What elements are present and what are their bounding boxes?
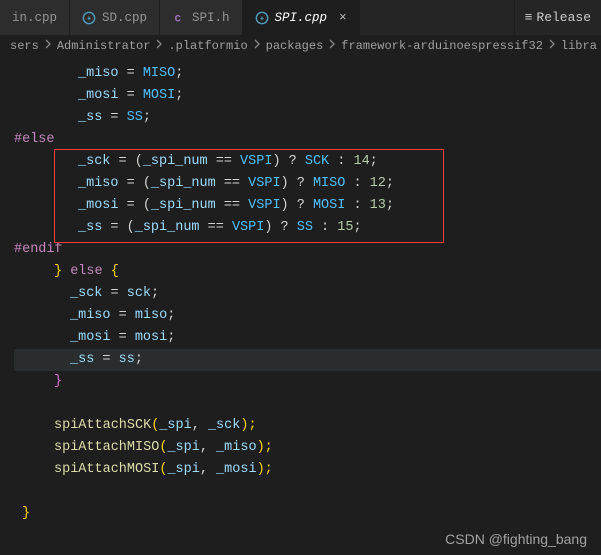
- blank-line: [14, 393, 601, 415]
- tab-label: SD.cpp: [102, 11, 147, 25]
- code-line: _sck = sck;: [14, 283, 601, 305]
- code-line: _mosi = (_spi_num == VSPI) ? MOSI : 13;: [14, 195, 601, 217]
- tab-label: SPI.cpp: [275, 11, 328, 25]
- chevron-right-icon: [252, 39, 262, 53]
- tab-sd-cpp[interactable]: ⧺ SD.cpp: [70, 0, 160, 35]
- crumb[interactable]: sers: [10, 39, 39, 53]
- code-line: _miso = MISO;: [14, 63, 601, 85]
- crumb[interactable]: packages: [266, 39, 324, 53]
- tab-label: in.cpp: [12, 11, 57, 25]
- tab-bar: in.cpp ⧺ SD.cpp C SPI.h ⧺ SPI.cpp × ≡ Re…: [0, 0, 601, 35]
- cpp-icon: ⧺: [255, 11, 269, 25]
- blank-line: [14, 481, 601, 503]
- crumb[interactable]: libra: [561, 39, 597, 53]
- code-line: _mosi = MOSI;: [14, 85, 601, 107]
- breadcrumb: sers Administrator .platformio packages …: [0, 35, 601, 57]
- code-line: }: [14, 503, 601, 525]
- code-line: _miso = (_spi_num == VSPI) ? MISO : 12;: [14, 173, 601, 195]
- cpp-icon: ⧺: [82, 11, 96, 25]
- code-line: _miso = miso;: [14, 305, 601, 327]
- crumb[interactable]: .platformio: [168, 39, 247, 53]
- tab-label: SPI.h: [192, 11, 230, 25]
- code-line: _ss = (_spi_num == VSPI) ? SS : 15;: [14, 217, 601, 239]
- chevron-right-icon: [547, 39, 557, 53]
- watermark: CSDN @fighting_bang: [445, 531, 587, 547]
- code-line: }: [14, 371, 601, 393]
- tab-spi-h[interactable]: C SPI.h: [160, 0, 243, 35]
- code-line: #endif: [14, 239, 601, 261]
- tab-in-cpp[interactable]: in.cpp: [0, 0, 70, 35]
- crumb[interactable]: framework-arduinoespressif32: [341, 39, 543, 53]
- code-line: spiAttachSCK(_spi, _sck);: [14, 415, 601, 437]
- code-editor[interactable]: _miso = MISO; _mosi = MOSI; _ss = SS; #e…: [0, 57, 601, 525]
- svg-text:⧺: ⧺: [259, 15, 263, 23]
- code-line: spiAttachMOSI(_spi, _mosi);: [14, 459, 601, 481]
- svg-text:⧺: ⧺: [87, 15, 91, 23]
- code-line: _sck = (_spi_num == VSPI) ? SCK : 14;: [14, 151, 601, 173]
- code-line: spiAttachMISO(_spi, _miso);: [14, 437, 601, 459]
- code-line: _mosi = mosi;: [14, 327, 601, 349]
- hamburger-icon: ≡: [525, 10, 533, 25]
- code-line: } else {: [14, 261, 601, 283]
- tab-spi-cpp[interactable]: ⧺ SPI.cpp ×: [243, 0, 360, 35]
- run-config[interactable]: ≡ Release: [514, 0, 601, 35]
- run-config-label: Release: [536, 10, 591, 25]
- code-line: #else: [14, 129, 601, 151]
- code-line: _ss = SS;: [14, 107, 601, 129]
- crumb[interactable]: Administrator: [57, 39, 151, 53]
- c-icon: C: [172, 11, 186, 25]
- code-line: _ss = ss;: [14, 349, 601, 371]
- chevron-right-icon: [327, 39, 337, 53]
- svg-text:C: C: [175, 13, 182, 25]
- chevron-right-icon: [154, 39, 164, 53]
- close-icon[interactable]: ×: [339, 11, 347, 25]
- chevron-right-icon: [43, 39, 53, 53]
